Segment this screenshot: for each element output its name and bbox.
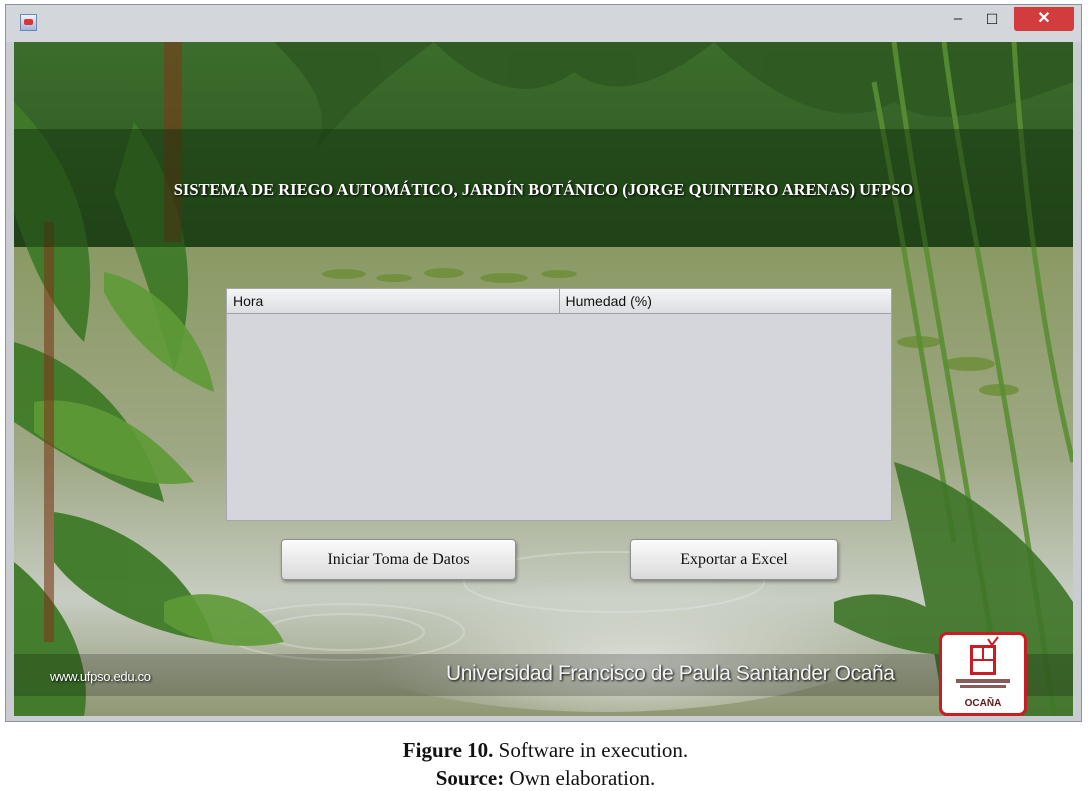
app-title: SISTEMA DE RIEGO AUTOMÁTICO, JARDÍN BOTÁ… [173, 180, 914, 199]
data-table[interactable]: Hora Humedad (%) [226, 288, 892, 521]
university-name: Universidad Francisco de Paula Santander… [446, 662, 895, 685]
source-text: Own elaboration. [509, 766, 656, 790]
title-bar[interactable]: – ☐ ✕ [6, 5, 1081, 42]
maximize-button[interactable]: ☐ [977, 7, 1007, 31]
start-data-capture-button[interactable]: Iniciar Toma de Datos [281, 539, 516, 580]
figure-source: Source: Own elaboration. [0, 766, 1091, 791]
logo-caption: OCAÑA [964, 698, 1002, 709]
table-header: Hora Humedad (%) [227, 289, 891, 314]
figure-label: Figure 10. [402, 738, 494, 762]
minimize-button[interactable]: – [943, 7, 973, 31]
ufps-logo: OCAÑA [939, 632, 1027, 716]
close-button[interactable]: ✕ [1014, 7, 1074, 31]
column-header-humedad[interactable]: Humedad (%) [558, 289, 892, 313]
java-app-icon[interactable] [20, 14, 37, 31]
source-label: Source: [435, 766, 505, 790]
app-window: – ☐ ✕ SISTEMA DE RIEGO AUTOMÁTICO, JARDÍ… [5, 4, 1082, 722]
figure-caption: Figure 10. Software in execution. [0, 738, 1091, 763]
figure-text: Software in execution. [498, 738, 689, 762]
main-panel: SISTEMA DE RIEGO AUTOMÁTICO, JARDÍN BOTÁ… [14, 42, 1073, 716]
export-excel-button[interactable]: Exportar a Excel [630, 539, 838, 580]
website-url: www.ufpso.edu.co [50, 669, 151, 684]
column-header-hora[interactable]: Hora [227, 289, 559, 313]
ufps-emblem-icon [956, 636, 1010, 688]
